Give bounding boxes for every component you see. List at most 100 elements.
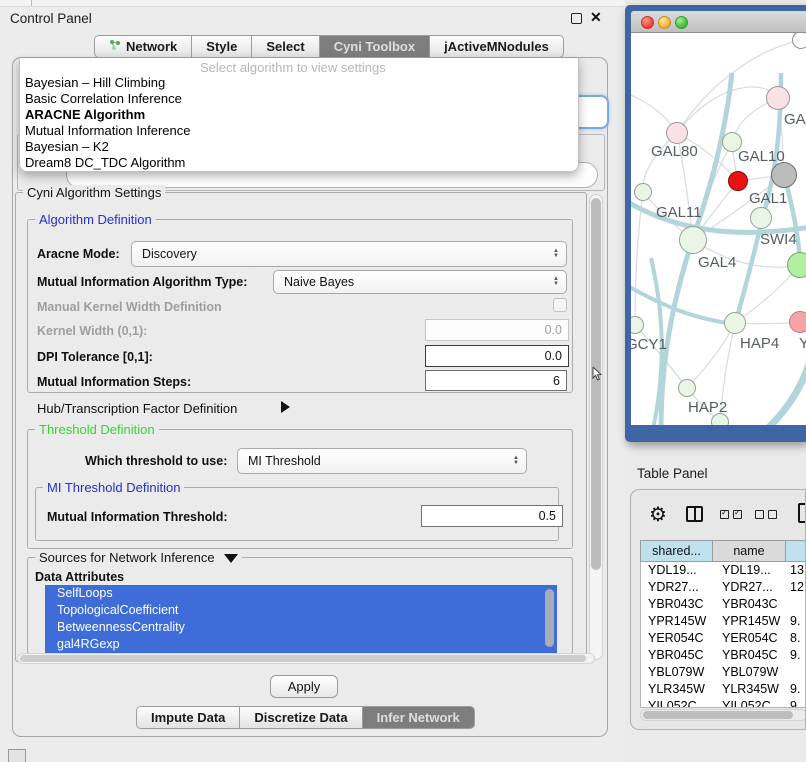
network-node[interactable] bbox=[787, 252, 806, 278]
tab-infer-network[interactable]: Infer Network bbox=[363, 707, 474, 728]
network-node-gal[interactable] bbox=[766, 86, 790, 110]
table-cell: YDR27... bbox=[641, 579, 713, 596]
attribute-item[interactable]: SelfLoops bbox=[45, 585, 557, 602]
table-cell: 8. bbox=[786, 630, 806, 647]
tab-style[interactable]: Style bbox=[192, 36, 252, 57]
algorithm-option[interactable]: ARACNE Algorithm bbox=[23, 107, 575, 123]
table-row[interactable]: YBR045CYBR045C9. bbox=[641, 647, 806, 664]
minimize-window-icon[interactable] bbox=[658, 16, 671, 29]
sources-group-title[interactable]: Sources for Network Inference bbox=[35, 550, 242, 565]
algorithm-option[interactable]: Mutual Information Inference bbox=[23, 123, 575, 139]
settings-vertical-scrollbar[interactable] bbox=[589, 194, 603, 660]
list-scrollbar-thumb[interactable] bbox=[545, 589, 554, 647]
table-cell: 9. bbox=[786, 698, 806, 708]
node-label: SWI4 bbox=[760, 231, 797, 248]
data-attributes-list[interactable]: SelfLoopsTopologicalCoefficientBetweenne… bbox=[45, 585, 557, 653]
network-node-y[interactable] bbox=[789, 311, 806, 333]
table-row[interactable]: YDR27...YDR27...12 bbox=[641, 579, 806, 596]
algorithm-option[interactable]: Bayesian – Hill Climbing bbox=[23, 75, 575, 91]
table-cell: YBL079W bbox=[641, 664, 713, 681]
network-node-gal11[interactable] bbox=[634, 183, 652, 201]
table-cell: YBR045C bbox=[641, 647, 713, 664]
table-cell: YBR045C bbox=[713, 647, 786, 664]
column-header-partial[interactable] bbox=[786, 541, 806, 561]
table-cell bbox=[786, 664, 806, 681]
column-header-shared[interactable]: shared... bbox=[641, 541, 713, 561]
table-panel-title: Table Panel bbox=[637, 466, 708, 481]
network-node[interactable] bbox=[792, 33, 806, 49]
tab-cyni-toolbox[interactable]: Cyni Toolbox bbox=[320, 36, 430, 57]
table-header: shared... name bbox=[640, 540, 806, 562]
column-header-name[interactable]: name bbox=[713, 541, 786, 561]
settings-horizontal-scrollbar[interactable] bbox=[17, 653, 595, 664]
scrollbar-thumb[interactable] bbox=[643, 711, 793, 719]
tab-network[interactable]: Network bbox=[95, 36, 192, 57]
table-cell: YLR345W bbox=[713, 681, 786, 698]
which-threshold-select[interactable]: MI Threshold ▲▼ bbox=[237, 448, 527, 474]
float-panel-icon[interactable] bbox=[571, 13, 582, 24]
table-row[interactable]: YIL052CYIL052C9. bbox=[641, 698, 806, 708]
mi-algorithm-type-select[interactable]: Naive Bayes ▲▼ bbox=[273, 270, 567, 294]
table-cell: YIL052C bbox=[641, 698, 713, 708]
table-row[interactable]: YBL079WYBL079W bbox=[641, 664, 806, 681]
close-icon[interactable]: ✕ bbox=[590, 9, 602, 26]
tab-impute-data[interactable]: Impute Data bbox=[137, 707, 240, 728]
kernel-width-label: Kernel Width (0,1): bbox=[37, 324, 147, 338]
network-node[interactable] bbox=[771, 162, 797, 188]
network-node-swi4[interactable] bbox=[750, 207, 772, 229]
scrollbar-thumb[interactable] bbox=[20, 655, 586, 662]
dropdown-placeholder: Select algorithm to view settings bbox=[200, 60, 386, 75]
table-horizontal-scrollbar[interactable] bbox=[640, 709, 806, 721]
attribute-item[interactable]: gal4RGexp bbox=[45, 636, 557, 653]
table-row[interactable]: YBR043CYBR043C bbox=[641, 596, 806, 613]
zoom-window-icon[interactable] bbox=[675, 16, 688, 29]
table-row[interactable]: YER054CYER054C8. bbox=[641, 630, 806, 647]
tab-select[interactable]: Select bbox=[252, 36, 319, 57]
table-cell: YER054C bbox=[641, 630, 713, 647]
table-cell: YLR345W bbox=[641, 681, 713, 698]
attribute-item[interactable]: BetweennessCentrality bbox=[45, 619, 557, 636]
network-node-gal1[interactable] bbox=[728, 171, 748, 191]
network-view-window: GALGAL80GAL10GAL1GAL11SWI4GAL4GCY1HAP4YH… bbox=[625, 5, 806, 442]
table-cell: YBR043C bbox=[713, 596, 786, 613]
aracne-mode-select[interactable]: Discovery ▲▼ bbox=[131, 241, 567, 267]
collapsed-panel-button[interactable] bbox=[8, 749, 26, 762]
collapse-down-icon[interactable] bbox=[224, 554, 238, 563]
manual-kernel-width-checkbox[interactable] bbox=[553, 298, 567, 312]
table-row[interactable]: YPR145WYPR145W9. bbox=[641, 613, 806, 630]
select-all-icon[interactable] bbox=[720, 510, 742, 519]
mi-steps-field[interactable]: 6 bbox=[425, 370, 567, 391]
table-cell: YDR27... bbox=[713, 579, 786, 596]
network-node-gal4[interactable] bbox=[679, 226, 707, 254]
table-row[interactable]: YDL19...YDL19...13 bbox=[641, 562, 806, 579]
gear-icon[interactable]: ⚙ bbox=[649, 502, 667, 527]
mi-threshold-label: Mutual Information Threshold: bbox=[47, 510, 228, 524]
apply-button[interactable]: Apply bbox=[270, 675, 338, 698]
algorithm-option[interactable]: Bayesian – K2 bbox=[23, 139, 575, 155]
attribute-item[interactable]: TopologicalCoefficient bbox=[45, 602, 557, 619]
network-node-hap4[interactable] bbox=[724, 312, 746, 334]
algorithm-options: Bayesian – Hill ClimbingBasic Correlatio… bbox=[23, 75, 575, 171]
tab-jactivemnodules[interactable]: jActiveMNodules bbox=[430, 36, 563, 57]
mi-algorithm-type-label: Mutual Information Algorithm Type: bbox=[37, 275, 247, 289]
deselect-all-icon[interactable] bbox=[755, 510, 777, 519]
algorithm-option[interactable]: Dream8 DC_TDC Algorithm bbox=[23, 155, 575, 171]
tab-discretize-data[interactable]: Discretize Data bbox=[240, 707, 362, 728]
close-window-icon[interactable] bbox=[641, 16, 654, 29]
network-node-hap2[interactable] bbox=[678, 379, 696, 397]
network-node[interactable] bbox=[711, 413, 729, 425]
mi-threshold-field[interactable]: 0.5 bbox=[421, 505, 563, 527]
network-window-titlebar[interactable] bbox=[631, 11, 806, 33]
hub-definition-label[interactable]: Hub/Transcription Factor Definition bbox=[37, 401, 237, 416]
network-canvas[interactable]: GALGAL80GAL10GAL1GAL11SWI4GAL4GCY1HAP4YH… bbox=[631, 33, 806, 425]
kernel-width-field[interactable]: 0.0 bbox=[425, 319, 569, 341]
column-layout-icon[interactable] bbox=[686, 506, 703, 522]
algorithm-dropdown-list: Select algorithm to view settings Bayesi… bbox=[19, 58, 579, 172]
dpi-tolerance-field[interactable]: 0.0 bbox=[425, 345, 569, 367]
network-node-gal80[interactable] bbox=[666, 122, 688, 144]
expand-right-icon[interactable] bbox=[281, 401, 290, 413]
table-cell: YBR043C bbox=[641, 596, 713, 613]
table-row[interactable]: YLR345WYLR345W9. bbox=[641, 681, 806, 698]
document-icon[interactable] bbox=[798, 503, 806, 523]
algorithm-option[interactable]: Basic Correlation Inference bbox=[23, 91, 575, 107]
